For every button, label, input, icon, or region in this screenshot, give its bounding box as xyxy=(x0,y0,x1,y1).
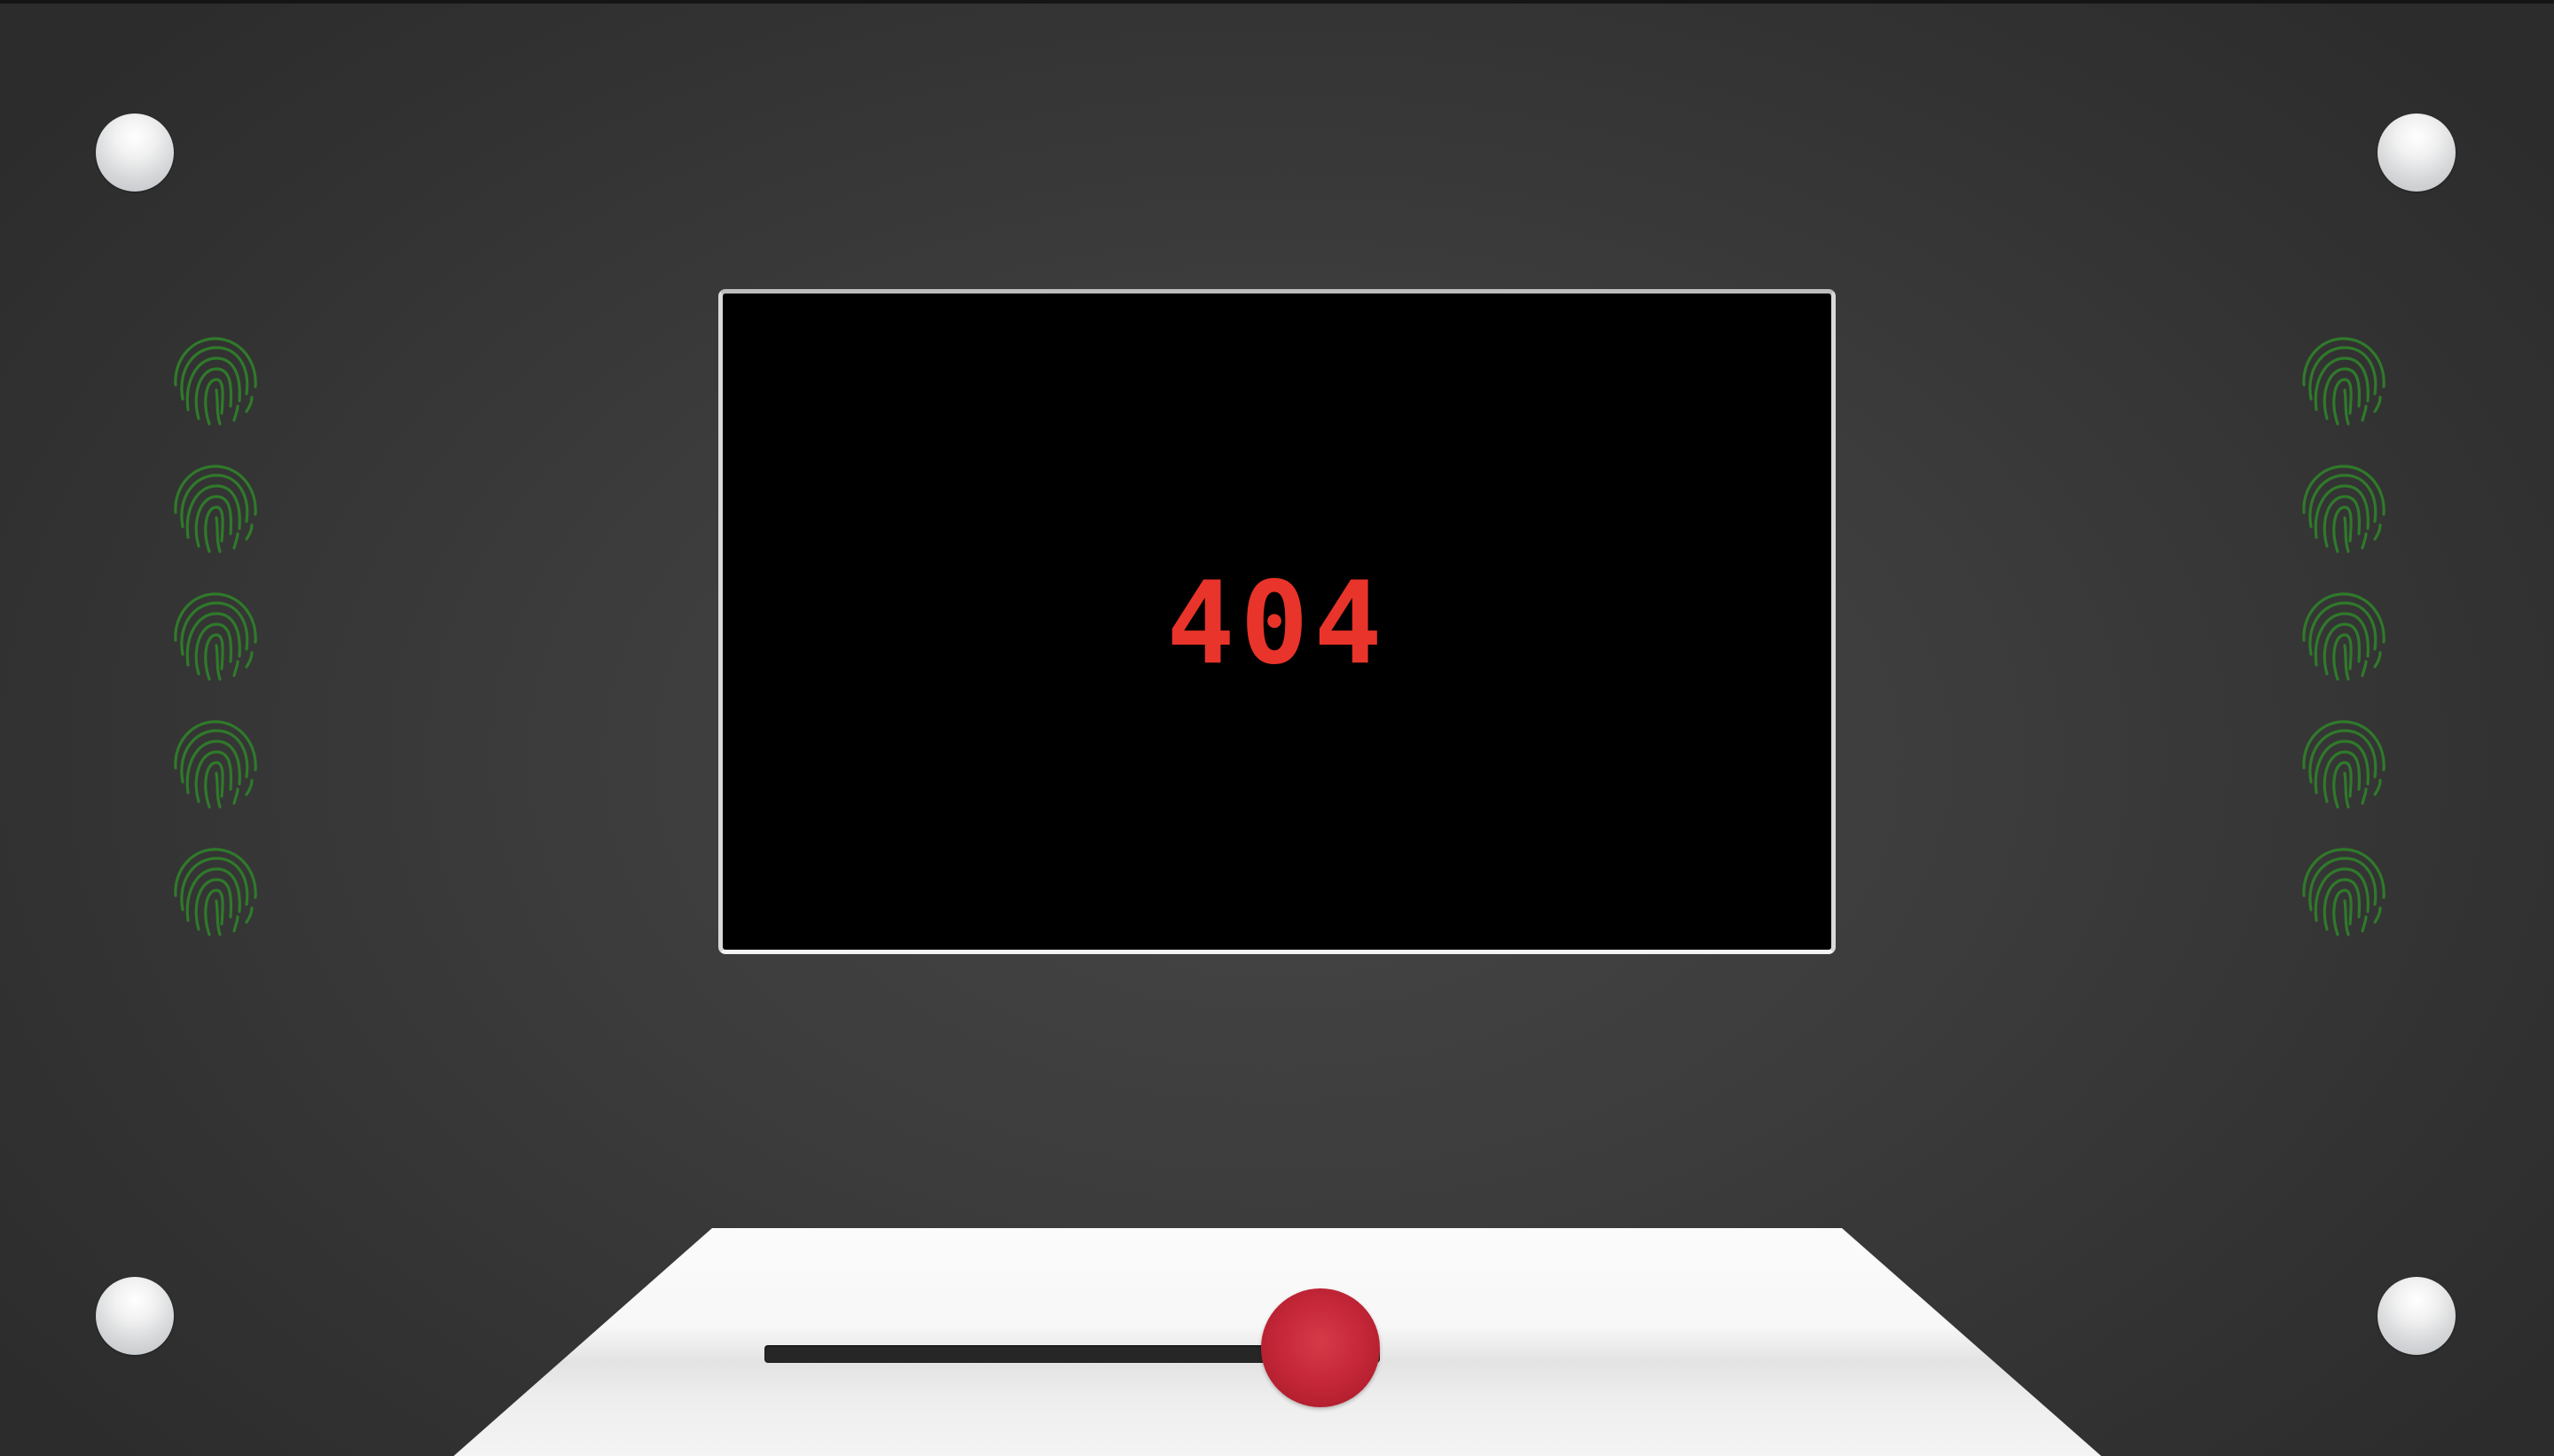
error-404-scene: 404 xyxy=(0,0,2554,1456)
fingerprint-icon xyxy=(2295,842,2391,940)
corner-bolt-top-left-icon xyxy=(96,114,174,192)
error-code-text: 404 xyxy=(1166,558,1388,690)
fingerprint-icon xyxy=(167,587,262,685)
fingerprint-icon xyxy=(167,715,262,812)
fingerprint-icon xyxy=(2295,715,2391,812)
fingerprint-column-left xyxy=(167,332,262,970)
fingerprint-icon xyxy=(2295,587,2391,685)
corner-bolt-top-right-icon xyxy=(2378,114,2456,192)
display-screen: 404 xyxy=(718,289,1836,954)
slider-knob[interactable] xyxy=(1261,1288,1380,1407)
fingerprint-column-right xyxy=(2295,332,2391,970)
fingerprint-icon xyxy=(2295,459,2391,557)
fingerprint-icon xyxy=(2295,332,2391,429)
fingerprint-icon xyxy=(167,459,262,557)
fingerprint-icon xyxy=(167,332,262,429)
fingerprint-icon xyxy=(167,842,262,940)
